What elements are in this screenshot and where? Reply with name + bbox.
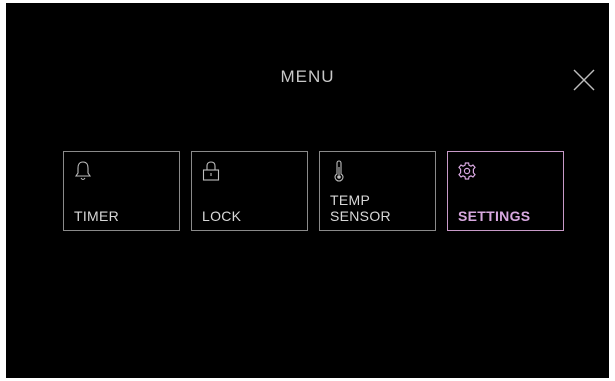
bell-icon <box>73 160 93 182</box>
gear-icon <box>457 160 477 182</box>
menu-tile-timer[interactable]: TIMER <box>63 151 180 231</box>
thermometer-icon <box>329 160 349 182</box>
tile-label-temp-sensor: TEMP SENSOR <box>330 192 391 224</box>
close-button[interactable] <box>572 68 596 92</box>
lock-icon <box>201 160 221 182</box>
tile-label-lock: LOCK <box>202 208 242 224</box>
menu-tile-lock[interactable]: LOCK <box>191 151 308 231</box>
close-icon <box>573 69 595 91</box>
menu-screen: MENU TIMER LOCK TEMP SENSOR SETTINGS <box>6 3 609 378</box>
menu-tile-temp-sensor[interactable]: TEMP SENSOR <box>319 151 436 231</box>
tile-label-settings: SETTINGS <box>458 208 531 224</box>
menu-tiles: TIMER LOCK TEMP SENSOR SETTINGS <box>63 151 573 233</box>
page-title: MENU <box>280 67 335 86</box>
tile-label-timer: TIMER <box>74 208 120 224</box>
menu-tile-settings[interactable]: SETTINGS <box>447 151 564 231</box>
